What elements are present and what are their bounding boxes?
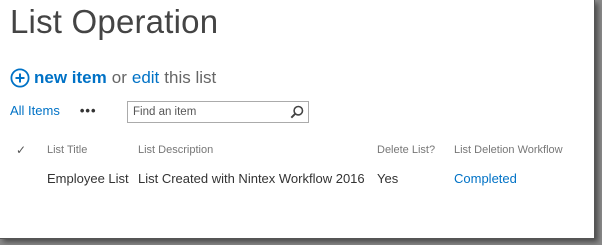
search-input[interactable] bbox=[133, 106, 283, 118]
search-box bbox=[127, 101, 309, 123]
or-text: or bbox=[111, 68, 127, 87]
select-all-checkmark-icon[interactable]: ✓ bbox=[16, 143, 26, 157]
new-item-link[interactable]: new item bbox=[34, 68, 107, 88]
cell-list-title: Employee List bbox=[47, 171, 129, 186]
sharepoint-list-page: List Operation new item or edit this lis… bbox=[0, 0, 595, 239]
view-all-items[interactable]: All Items bbox=[10, 103, 60, 118]
column-header-delete-list[interactable]: Delete List? bbox=[377, 144, 435, 156]
more-views-button[interactable]: ••• bbox=[80, 103, 97, 118]
search-icon[interactable] bbox=[290, 105, 304, 119]
cell-delete-list: Yes bbox=[377, 171, 399, 186]
command-bar: new item or edit this list bbox=[10, 68, 216, 88]
page-title: List Operation bbox=[10, 3, 219, 40]
view-selector: All Items ••• bbox=[10, 103, 97, 118]
workflow-status-link[interactable]: Completed bbox=[454, 171, 517, 186]
add-circle-icon[interactable] bbox=[10, 68, 30, 88]
column-header-list-deletion-workflow[interactable]: List Deletion Workflow bbox=[454, 144, 563, 156]
column-header-list-title[interactable]: List Title bbox=[47, 144, 87, 156]
column-header-list-description[interactable]: List Description bbox=[138, 144, 213, 156]
edit-list-link[interactable]: edit bbox=[132, 68, 159, 88]
this-list-text: this list bbox=[164, 68, 217, 87]
cell-list-description: List Created with Nintex Workflow 2016 bbox=[138, 171, 365, 186]
